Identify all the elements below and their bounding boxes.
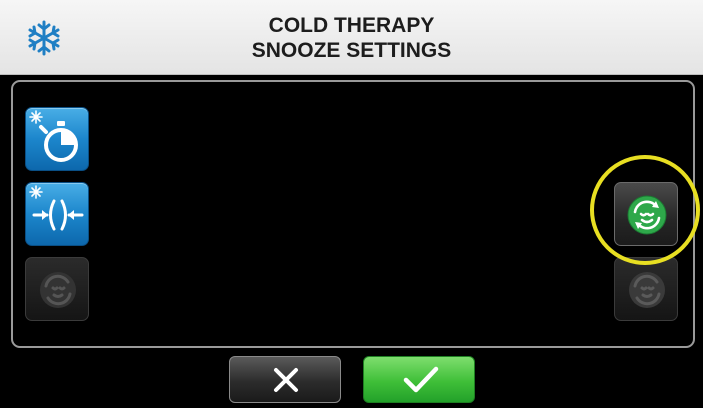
cold-timer-button[interactable] [25, 107, 89, 171]
title-line-1: COLD THERAPY [268, 14, 435, 37]
snooze-cycle-icon [629, 272, 665, 308]
cold-timer-icon [29, 110, 78, 162]
snooze-cycle-button-disabled-right[interactable] [614, 257, 678, 321]
cold-compression-button[interactable] [25, 182, 89, 246]
cancel-button[interactable] [229, 356, 341, 403]
checkmark-icon [403, 366, 439, 393]
page-title: COLD THERAPY SNOOZE SETTINGS [120, 13, 583, 63]
snowflake-icon [28, 20, 60, 56]
snooze-cycle-button-disabled[interactable] [25, 257, 89, 321]
highlight-ring [590, 155, 700, 265]
header-bar: COLD THERAPY SNOOZE SETTINGS [0, 0, 703, 75]
title-line-2: SNOOZE SETTINGS [251, 39, 452, 62]
confirm-button[interactable] [363, 356, 475, 403]
snooze-cycle-icon [40, 272, 76, 308]
x-icon [274, 368, 298, 392]
cold-compression-icon [29, 185, 84, 231]
